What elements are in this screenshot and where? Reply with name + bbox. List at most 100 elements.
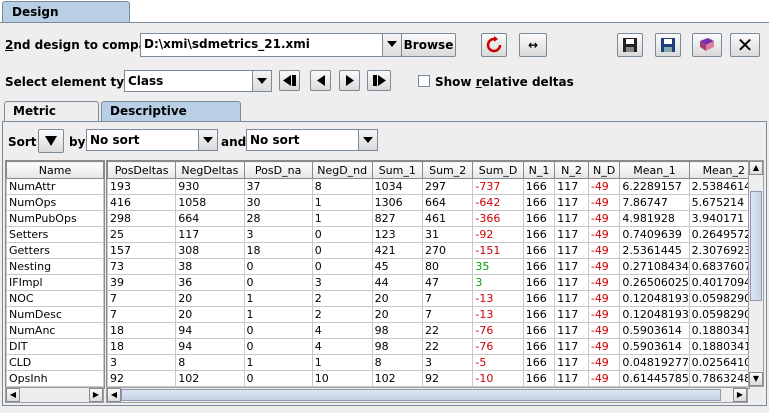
table-cell[interactable]: 117 [554, 354, 589, 371]
table-cell[interactable]: 664 [421, 194, 474, 211]
table-cell[interactable]: 37 [243, 178, 313, 195]
table-cell[interactable]: -76 [472, 322, 524, 339]
table-cell[interactable]: 117 [554, 210, 589, 227]
table-cell[interactable]: -49 [587, 178, 621, 195]
table-cell[interactable]: 4 [311, 338, 373, 355]
table-cell[interactable]: 3 [421, 354, 474, 371]
sort-first-combo[interactable]: No sort [86, 129, 218, 151]
table-cell[interactable]: -49 [587, 242, 621, 259]
table-cell[interactable]: 166 [522, 290, 556, 307]
table-row[interactable]: NumOps [6, 194, 104, 211]
table-cell[interactable]: 0.5903614 [619, 322, 690, 339]
table-cell[interactable]: 5.675214 [688, 194, 749, 211]
table-row[interactable]: 416 1058 30 1 1306 664 -642 166 117 -49 7.86747 5.6… [107, 194, 749, 211]
column-header[interactable]: N_1 [522, 161, 556, 179]
scroll-up-icon[interactable]: ▲ [749, 161, 763, 175]
scroll-left-icon[interactable]: ◀ [107, 388, 121, 402]
table-row[interactable]: NOC [6, 290, 104, 307]
column-header[interactable]: Mean_1 [619, 161, 690, 179]
row-name-cell[interactable]: Setters [6, 226, 104, 243]
table-cell[interactable]: 36 [175, 274, 245, 291]
table-row[interactable]: 73 38 0 0 45 80 35 166 117 -49 0.27108434 0.6837607 [107, 258, 749, 275]
element-type-combo[interactable]: Class [124, 70, 272, 92]
table-cell[interactable]: -13 [472, 306, 524, 323]
swap-icon[interactable]: ↔ [519, 33, 547, 57]
table-cell[interactable]: -49 [587, 338, 621, 355]
table-cell[interactable]: 0.27108434 [619, 258, 690, 275]
previous-element-icon[interactable] [310, 70, 331, 91]
table-cell[interactable]: 39 [107, 274, 177, 291]
table-cell[interactable]: 0.04819277 [619, 354, 690, 371]
table-cell[interactable]: 0.4017094 [688, 274, 749, 291]
table-cell[interactable]: 0.025641026 [688, 354, 749, 371]
table-cell[interactable]: 2.5361445 [619, 242, 690, 259]
table-cell[interactable]: 1 [243, 306, 313, 323]
sort-order-button[interactable] [38, 129, 64, 153]
table-row[interactable]: IFImpl [6, 274, 104, 291]
table-cell[interactable]: 35 [472, 258, 524, 275]
table-cell[interactable]: 7 [421, 306, 474, 323]
row-name-cell[interactable]: DIT [6, 338, 104, 355]
table-cell[interactable]: 166 [522, 338, 556, 355]
table-cell[interactable]: 0 [243, 338, 313, 355]
table-cell[interactable]: 1 [243, 354, 313, 371]
table-cell[interactable]: -10 [472, 370, 524, 387]
table-row[interactable]: OpsInh [6, 370, 104, 387]
tab-descriptive-statistics[interactable]: Descriptive Statistics [101, 101, 241, 137]
design-path-combo[interactable]: D:\xmi\sdmetrics_21.xmi [140, 33, 402, 57]
row-name-cell[interactable]: NumAttr [6, 178, 104, 195]
column-header[interactable]: NegD_nd [311, 161, 373, 179]
scroll-down-icon[interactable]: ▼ [749, 372, 763, 386]
column-header[interactable]: Sum_2 [421, 161, 474, 179]
table-cell[interactable]: 0.7409639 [619, 226, 690, 243]
row-name-cell[interactable]: Nesting [6, 258, 104, 275]
table-cell[interactable]: 102 [175, 370, 245, 387]
column-header[interactable]: N_2 [554, 161, 589, 179]
table-row[interactable]: 298 664 28 1 827 461 -366 166 117 -49 4.981928 3.94… [107, 210, 749, 227]
scroll-right-icon[interactable]: ▶ [733, 388, 747, 402]
table-cell[interactable]: -49 [587, 258, 621, 275]
table-cell[interactable]: 1 [243, 290, 313, 307]
table-row[interactable]: 1894049822-76166117-490.59036140.1880341… [107, 322, 749, 339]
relative-deltas-checkbox[interactable] [418, 75, 430, 87]
table-cell[interactable]: 270 [421, 242, 474, 259]
chevron-down-icon[interactable] [382, 34, 401, 56]
table-row[interactable]: 39 36 0 3 44 47 3 166 117 -49 0.26506025 0.4017094 [107, 274, 749, 291]
table-cell[interactable]: 166 [522, 194, 556, 211]
table-cell[interactable]: 31 [421, 226, 474, 243]
table-cell[interactable]: 45 [371, 258, 423, 275]
table-cell[interactable]: -366 [472, 210, 524, 227]
table-cell[interactable]: -151 [472, 242, 524, 259]
table-row[interactable]: NumDesc [6, 306, 104, 323]
table-cell[interactable]: 6.2289157 [619, 178, 690, 195]
table-cell[interactable]: -13 [472, 290, 524, 307]
table-cell[interactable]: -49 [587, 322, 621, 339]
table-cell[interactable]: 0.12048193 [619, 290, 690, 307]
table-cell[interactable]: 28 [243, 210, 313, 227]
table-cell[interactable]: 1058 [175, 194, 245, 211]
table-cell[interactable]: 166 [522, 274, 556, 291]
column-header[interactable]: PosD_na [243, 161, 313, 179]
table-cell[interactable]: 421 [371, 242, 423, 259]
table-cell[interactable]: -49 [587, 306, 621, 323]
table-cell[interactable]: 117 [554, 290, 589, 307]
tab-design-comparison[interactable]: Design Comparison [2, 1, 130, 39]
table-cell[interactable]: 20 [371, 290, 423, 307]
column-header[interactable]: NegDeltas [175, 161, 245, 179]
table-cell[interactable]: 298 [107, 210, 177, 227]
table-cell[interactable]: 8 [311, 178, 373, 195]
browse-button[interactable]: Browse [401, 33, 456, 57]
table-cell[interactable]: 3.940171 [688, 210, 749, 227]
table-cell[interactable]: 1306 [371, 194, 423, 211]
chevron-down-icon[interactable] [358, 130, 377, 150]
table-cell[interactable]: -49 [587, 226, 621, 243]
table-cell[interactable]: 1034 [371, 178, 423, 195]
table-cell[interactable]: 117 [554, 338, 589, 355]
column-header[interactable]: Sum_1 [371, 161, 423, 179]
table-cell[interactable]: -49 [587, 354, 621, 371]
table-cell[interactable]: 94 [175, 322, 245, 339]
table-cell[interactable]: 73 [107, 258, 177, 275]
sort-second-combo[interactable]: No sort [246, 129, 378, 151]
table-row[interactable]: 72012207-13166117-490.120481930.05982906 [107, 306, 749, 323]
table-cell[interactable]: -642 [472, 194, 524, 211]
